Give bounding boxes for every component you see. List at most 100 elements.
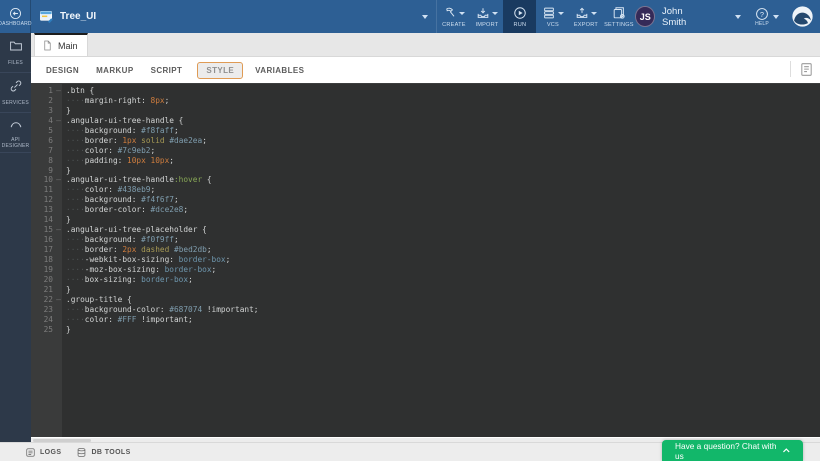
settings-button[interactable]: SETTINGS [602,0,635,33]
logs-label: LOGS [40,449,61,456]
fold-toggle-icon[interactable]: – [56,175,61,185]
svg-text:?: ? [760,9,764,18]
dropdown-caret-icon [558,12,564,15]
dashboard-label: DASHBOARD [0,21,32,27]
topbar: DASHBOARD Tree_UI CREATE IMPORT RUN VCS EXPO… [0,0,820,33]
dropdown-caret-icon [492,12,498,15]
logs-button[interactable]: LOGS [25,447,61,458]
chevron-up-icon [782,447,791,454]
sidebar: FILES SERVICES API DESIGNER [0,33,31,442]
db-tools-label: DB TOOLS [91,449,130,456]
code-line[interactable]: } [66,215,820,225]
sidebar-item-services[interactable]: SERVICES [0,73,31,113]
code-line[interactable]: ····border: 2px dashed #bed2db; [66,245,820,255]
code-line[interactable]: ····-webkit-box-sizing: border-box; [66,255,820,265]
page-icon [42,40,53,51]
code-line[interactable]: .btn { [66,86,820,96]
sidebar-item-label: FILES [7,60,24,66]
sidebar-item-files[interactable]: FILES [0,33,31,73]
toolbar-button-group: CREATE IMPORT RUN VCS EXPORT SETTINGS [436,0,635,33]
toolbar-button-label: RUN [514,22,527,28]
toolbar-right-actions [790,61,814,77]
page-tab-label: Main [58,41,78,51]
code-line[interactable]: ····color: #FFF !important; [66,315,820,325]
line-number: 18 [31,255,62,265]
help-icon: ? [755,7,769,21]
toolbar-separator [790,61,791,77]
code-line[interactable]: } [66,106,820,116]
brand-wave-logo[interactable] [791,0,814,33]
chat-widget[interactable]: Have a question? Chat with us [662,440,803,461]
code-line[interactable]: .angular-ui-tree-placeholder { [66,225,820,235]
app-window: DASHBOARD Tree_UI CREATE IMPORT RUN VCS EXPO… [0,0,820,461]
code-line[interactable]: ····box-sizing: border-box; [66,275,820,285]
line-number: 13 [31,205,62,215]
sidebar-item-api-designer[interactable]: API DESIGNER [0,113,31,153]
pages-gear-icon [612,6,626,20]
server-stack-icon [542,6,556,20]
line-number: 1– [31,86,62,96]
line-number: 22– [31,295,62,305]
code-line[interactable]: ····margin-right: 8px; [66,96,820,106]
toolbar-button-label: EXPORT [574,22,598,28]
fold-toggle-icon[interactable]: – [56,295,61,305]
code-line[interactable]: .angular-ui-tree-handle { [66,116,820,126]
tab-markup[interactable]: MARKUP [94,63,136,78]
fold-toggle-icon[interactable]: – [56,116,61,126]
tab-design[interactable]: DESIGN [44,63,81,78]
line-number: 4– [31,116,62,126]
line-number-gutter: 1–234–5678910–1112131415–16171819202122–… [31,84,62,437]
help-menu[interactable]: ? HELP [755,0,779,33]
code-line[interactable]: ····background: #f0f9ff; [66,235,820,245]
fold-toggle-icon[interactable]: – [56,225,61,235]
line-number: 14 [31,215,62,225]
logs-icon [25,447,36,458]
page-tabstrip: Main [31,33,820,57]
line-number: 8 [31,156,62,166]
content-area: Main DESIGN MARKUP SCRIPT STYLE VARIABLES 1–… [31,33,820,442]
code-line[interactable]: ····color: #7c9eb2; [66,146,820,156]
project-name: Tree_UI [60,11,96,22]
code-line[interactable]: } [66,325,820,335]
folder-icon [9,39,23,58]
user-menu[interactable]: JS John Smith [635,0,741,33]
line-number: 20 [31,275,62,285]
tab-variables[interactable]: VARIABLES [253,63,306,78]
format-code-icon[interactable] [799,62,814,77]
code-line[interactable]: ····background: #f4f6f7; [66,195,820,205]
code-line[interactable]: ····padding: 10px 10px; [66,156,820,166]
sidebar-item-label: API DESIGNER [0,137,31,149]
dashboard-button[interactable]: DASHBOARD [0,0,31,33]
code-line[interactable]: ····border: 1px solid #dae2ea; [66,136,820,146]
chat-label: Have a question? Chat with us [675,441,782,461]
code-line[interactable]: ····-moz-box-sizing: border-box; [66,265,820,275]
tab-style[interactable]: STYLE [197,62,243,79]
code-line[interactable]: ····background-color: #687074 !important… [66,305,820,315]
fold-toggle-icon[interactable]: – [56,86,61,96]
project-caret-icon [422,15,428,19]
code-line[interactable]: ····color: #438eb9; [66,185,820,195]
code-line[interactable]: } [66,285,820,295]
toolbar-button-label: CREATE [442,22,465,28]
code-line[interactable]: .group-title { [66,295,820,305]
line-number: 5 [31,126,62,136]
code-line[interactable]: .angular-ui-tree-handle:hover { [66,175,820,185]
run-button[interactable]: RUN [503,0,536,33]
toolbar-button-label: SETTINGS [604,22,634,28]
import-button[interactable]: IMPORT [470,0,503,33]
project-selector[interactable]: Tree_UI [31,0,436,33]
tab-main-page[interactable]: Main [34,33,88,56]
code-line[interactable]: } [66,166,820,176]
toolbar-button-label: IMPORT [475,22,498,28]
export-button[interactable]: EXPORT [569,0,602,33]
code-line[interactable]: ····background: #f8faff; [66,126,820,136]
db-tools-button[interactable]: DB TOOLS [76,447,130,458]
code-line[interactable]: ····border-color: #dce2e8; [66,205,820,215]
create-button[interactable]: CREATE [437,0,470,33]
code-area[interactable]: .btn {····margin-right: 8px;}.angular-ui… [62,84,820,437]
line-number: 24 [31,315,62,325]
tab-script[interactable]: SCRIPT [149,63,185,78]
arc-icon [9,116,23,135]
vcs-button[interactable]: VCS [536,0,569,33]
export-tray-icon [575,6,589,20]
